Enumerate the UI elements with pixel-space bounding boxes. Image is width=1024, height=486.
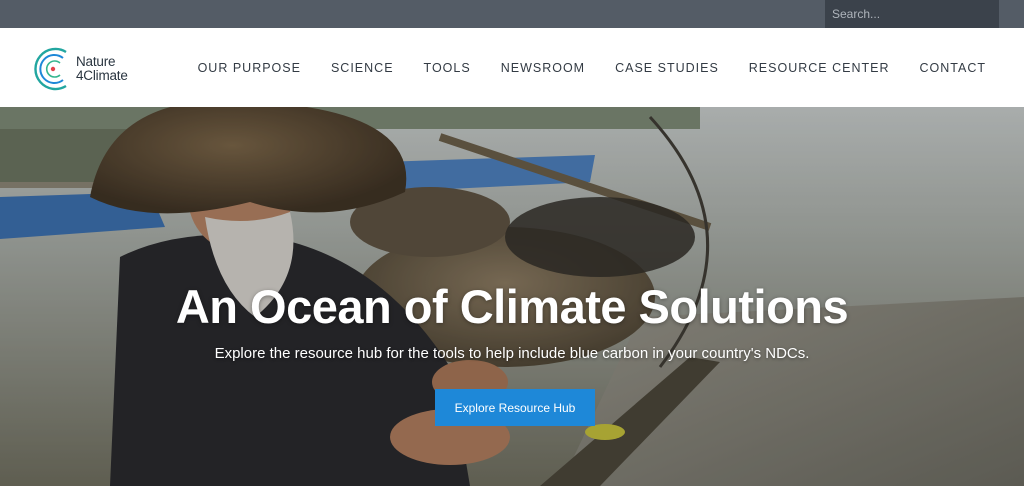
nature4climate-logo-icon (34, 47, 67, 91)
nav-item-newsroom[interactable]: NEWSROOM (501, 61, 585, 75)
hero-title: An Ocean of Climate Solutions (175, 280, 849, 333)
nav-item-our-purpose[interactable]: OUR PURPOSE (198, 61, 301, 75)
nav-item-tools[interactable]: TOOLS (424, 61, 471, 75)
main-nav: OUR PURPOSE SCIENCE TOOLS NEWSROOM CASE … (168, 28, 986, 107)
brand-line-2: 4Climate (76, 68, 128, 83)
site-logo[interactable]: Nature 4Climate (30, 45, 135, 93)
site-logo-text: Nature 4Climate (76, 55, 128, 83)
hero-section: An Ocean of Climate Solutions Explore th… (0, 107, 1024, 486)
nav-item-case-studies[interactable]: CASE STUDIES (615, 61, 719, 75)
top-utility-bar (0, 0, 1024, 28)
explore-resource-hub-button[interactable]: Explore Resource Hub (435, 389, 595, 426)
nav-item-resource-center[interactable]: RESOURCE CENTER (749, 61, 890, 75)
hero-subtitle: Explore the resource hub for the tools t… (214, 345, 810, 362)
search-input[interactable] (825, 0, 999, 28)
nav-item-science[interactable]: SCIENCE (331, 61, 394, 75)
brand-line-1: Nature (76, 54, 116, 69)
site-header: Nature 4Climate OUR PURPOSE SCIENCE TOOL… (0, 28, 1024, 107)
nav-item-contact[interactable]: CONTACT (920, 61, 987, 75)
